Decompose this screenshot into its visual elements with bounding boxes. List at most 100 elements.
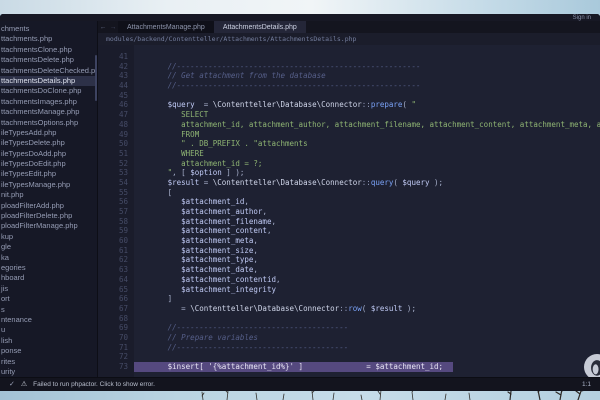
sidebar-item[interactable]: ploadFilterAdd.php	[0, 201, 97, 211]
line-content: //--------------------------------------…	[134, 62, 600, 72]
sidebar-item[interactable]: ttachments.php	[0, 34, 97, 44]
file-tree-sidebar[interactable]: chmentsttachments.phpttachmentsClone.php…	[0, 21, 98, 377]
line-content: $attachment_date,	[134, 265, 600, 275]
line-content	[134, 352, 600, 362]
code-line: 56 $attachment_id,	[98, 197, 600, 207]
breadcrumb[interactable]: modules/backend/Contentteller/Attachment…	[98, 33, 600, 45]
code-line: 50 " . DB_PREFIX . "attachments	[98, 139, 600, 149]
sidebar-item[interactable]: ileTypesDelete.php	[0, 138, 97, 148]
line-content: $attachment_content,	[134, 226, 600, 236]
line-number: 59	[98, 226, 134, 236]
code-line: 45	[98, 91, 600, 101]
sidebar-item[interactable]: ponse	[0, 346, 97, 356]
nav-forward-icon[interactable]: →	[108, 21, 118, 33]
cursor-position: 1:1	[582, 381, 591, 388]
line-number: 53	[98, 168, 134, 178]
line-content	[134, 314, 600, 324]
line-number: 50	[98, 139, 134, 149]
line-content: $attachment_id,	[134, 197, 600, 207]
sidebar-item[interactable]: ileTypesDoEdit.php	[0, 159, 97, 169]
sidebar-item[interactable]: ttachmentsImages.php	[0, 97, 97, 107]
line-content: $attachment_contentid,	[134, 275, 600, 285]
sidebar-item[interactable]: lish	[0, 336, 97, 346]
screen: Sign in chmentsttachments.phpttachmentsC…	[0, 0, 600, 400]
code-line: 61 $attachment_size,	[98, 246, 600, 256]
line-number: 52	[98, 159, 134, 169]
code-line: 68	[98, 314, 600, 324]
sidebar-item[interactable]: ttachmentsClone.php	[0, 45, 97, 55]
code-line: 54 $result = \Contentteller\Database\Con…	[98, 178, 600, 188]
check-icon: ✓	[9, 381, 15, 388]
sidebar-item[interactable]: ttachmentsDelete.php	[0, 55, 97, 65]
sidebar-item[interactable]: ort	[0, 294, 97, 304]
sidebar-item[interactable]: ileTypesManage.php	[0, 180, 97, 190]
code-line: 42 //-----------------------------------…	[98, 62, 600, 72]
code-line: 58 $attachment_filename,	[98, 217, 600, 227]
sidebar-item[interactable]: chments	[0, 24, 97, 34]
sidebar-scrollbar[interactable]	[95, 55, 97, 101]
line-content: " . DB_PREFIX . "attachments	[134, 139, 600, 149]
nav-back-icon[interactable]: ←	[98, 21, 108, 33]
code-line: 67 = \Contentteller\Database\Connector::…	[98, 304, 600, 314]
line-content: $attachment_integrity	[134, 285, 600, 295]
tab-strip: AttachmentsManage.phpAttachmentsDetails.…	[118, 21, 306, 33]
sidebar-item[interactable]: ntenance	[0, 315, 97, 325]
line-number: 46	[98, 100, 134, 110]
line-content: ]	[134, 294, 600, 304]
line-number: 43	[98, 71, 134, 81]
sidebar-item[interactable]: ploadFilterDelete.php	[0, 211, 97, 221]
code-line: 65 $attachment_integrity	[98, 285, 600, 295]
sidebar-item[interactable]: nit.php	[0, 190, 97, 200]
sidebar-item[interactable]: jis	[0, 284, 97, 294]
code-line: 71 //-----------------------------------…	[98, 343, 600, 353]
sidebar-item[interactable]: gle	[0, 242, 97, 252]
sidebar-item[interactable]: hboard	[0, 273, 97, 283]
line-number: 48	[98, 120, 134, 130]
code-line: 66 ]	[98, 294, 600, 304]
code-line: 53 ", [ $option ] );	[98, 168, 600, 178]
line-number: 61	[98, 246, 134, 256]
code-area[interactable]: 4142 //---------------------------------…	[98, 45, 600, 377]
line-content: $insert[ '{%attachment_id%}' ] = $attach…	[134, 362, 453, 372]
sidebar-item[interactable]: rites	[0, 357, 97, 367]
file-list: chmentsttachments.phpttachmentsClone.php…	[0, 24, 97, 377]
window-titlebar: Sign in	[0, 14, 600, 21]
desktop-wallpaper-top	[0, 0, 600, 14]
sign-in-link[interactable]: Sign in	[573, 15, 591, 21]
sidebar-item[interactable]: ttachmentsOptions.php	[0, 118, 97, 128]
line-number: 69	[98, 323, 134, 333]
line-content: //--------------------------------------…	[134, 81, 600, 91]
code-line: 72	[98, 352, 600, 362]
line-number: 70	[98, 333, 134, 343]
sidebar-item[interactable]: s	[0, 305, 97, 315]
sidebar-item[interactable]: kup	[0, 232, 97, 242]
sidebar-item[interactable]: ttachmentsDoClone.php	[0, 86, 97, 96]
line-content: SELECT	[134, 110, 600, 120]
status-message[interactable]: Failed to run phpactor. Click to show er…	[33, 381, 155, 388]
sidebar-item[interactable]: ttachmentsDeleteChecked.php	[0, 66, 97, 76]
tab-AttachmentsDetails.php[interactable]: AttachmentsDetails.php	[214, 21, 306, 33]
line-content: //--------------------------------------	[134, 343, 600, 353]
sidebar-item[interactable]: ploadFilterManage.php	[0, 221, 97, 231]
line-content	[134, 52, 600, 62]
line-content: ", [ $option ] );	[134, 168, 600, 178]
sidebar-item[interactable]: ileTypesDoAdd.php	[0, 149, 97, 159]
code-line: 55 [	[98, 188, 600, 198]
line-content: WHERE	[134, 149, 600, 159]
line-number: 49	[98, 130, 134, 140]
line-content: $query = \Contentteller\Database\Connect…	[134, 100, 600, 110]
watermark-logo	[584, 354, 600, 377]
code-line: 57 $attachment_author,	[98, 207, 600, 217]
sidebar-item[interactable]: ileTypesAdd.php	[0, 128, 97, 138]
sidebar-item[interactable]: ileTypesEdit.php	[0, 169, 97, 179]
line-number: 68	[98, 314, 134, 324]
sidebar-item[interactable]: ttachmentsDetails.php	[0, 76, 97, 86]
sidebar-item[interactable]: ttachmentsManage.php	[0, 107, 97, 117]
sidebar-item[interactable]: urity	[0, 367, 97, 377]
sidebar-item[interactable]: egories	[0, 263, 97, 273]
sidebar-item[interactable]: ka	[0, 253, 97, 263]
sidebar-item[interactable]: u	[0, 325, 97, 335]
tab-AttachmentsManage.php[interactable]: AttachmentsManage.php	[118, 21, 214, 33]
line-number: 41	[98, 52, 134, 62]
editor-window: Sign in chmentsttachments.phpttachmentsC…	[0, 14, 600, 391]
